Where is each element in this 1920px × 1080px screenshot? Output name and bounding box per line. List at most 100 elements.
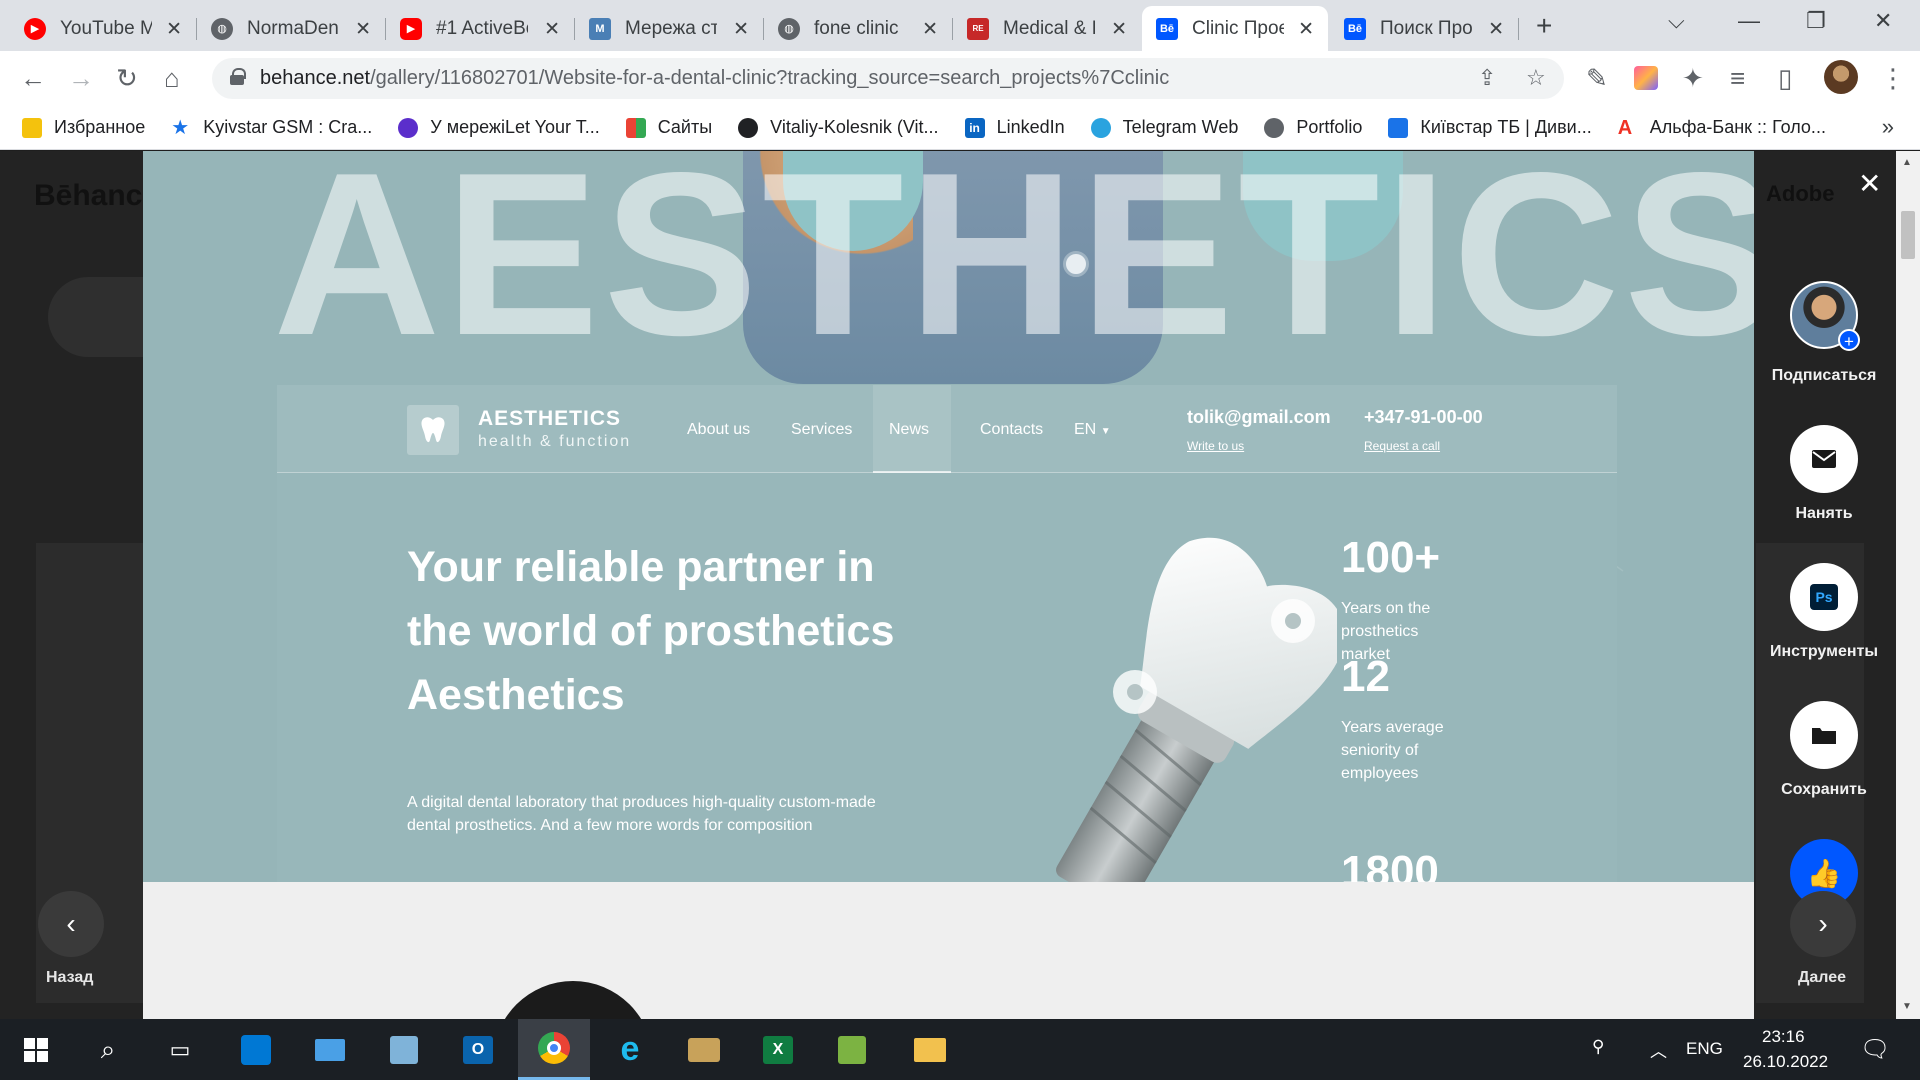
- side-panel-icon[interactable]: ▯: [1778, 63, 1792, 94]
- share-icon[interactable]: ⇪: [1478, 65, 1496, 91]
- adobe-logo[interactable]: Adobe: [1766, 181, 1834, 207]
- next-label[interactable]: Далее: [1798, 969, 1846, 987]
- tab-6-active[interactable]: Bē Clinic Прое ✕: [1142, 6, 1328, 51]
- bookmark-star-icon[interactable]: ☆: [1526, 65, 1546, 91]
- previous-project-button[interactable]: ‹: [38, 891, 104, 957]
- subscribe-label[interactable]: Подписаться: [1758, 367, 1890, 385]
- lock-icon[interactable]: [230, 68, 246, 85]
- people-icon[interactable]: ⚲: [1592, 1037, 1604, 1057]
- internet-explorer-icon[interactable]: e: [594, 1019, 666, 1080]
- page-scrollbar[interactable]: ▲ ▼: [1896, 151, 1920, 1019]
- profile-avatar[interactable]: [1824, 60, 1858, 94]
- close-tab-icon[interactable]: ✕: [1298, 18, 1314, 41]
- tab-5[interactable]: RE Medical & D ✕: [953, 6, 1141, 51]
- menu-icon[interactable]: ⋮: [1880, 63, 1906, 94]
- forward-icon[interactable]: →: [68, 63, 94, 94]
- close-tab-icon[interactable]: ✕: [1111, 18, 1127, 41]
- save-label[interactable]: Сохранить: [1758, 781, 1890, 799]
- remote-desktop-icon[interactable]: [294, 1019, 366, 1080]
- previous-label[interactable]: Назад: [46, 969, 93, 987]
- network-app-icon[interactable]: [368, 1019, 440, 1080]
- extensions-icon[interactable]: ✦: [1682, 63, 1704, 94]
- close-tab-icon[interactable]: ✕: [544, 18, 560, 41]
- nav-services[interactable]: Services: [791, 421, 852, 439]
- project-hero-image: AESTHETICS AESTHETICS health & function …: [143, 151, 1754, 882]
- chrome-icon[interactable]: [518, 1019, 590, 1080]
- bookmark-2[interactable]: У мережіLet Your T...: [398, 117, 600, 138]
- follow-plus-icon[interactable]: +: [1838, 329, 1860, 351]
- tray-chevron-up-icon[interactable]: ︿: [1650, 1037, 1667, 1062]
- write-to-us-link[interactable]: Write to us: [1187, 439, 1244, 453]
- tab-0[interactable]: ▶ YouTube Mu ✕: [10, 6, 197, 51]
- close-tab-icon[interactable]: ✕: [922, 18, 938, 41]
- pen-extension-icon[interactable]: ✎: [1586, 63, 1608, 94]
- site-icon: M: [589, 17, 611, 40]
- bookmark-9[interactable]: A Альфа-Банк :: Голо...: [1618, 117, 1826, 138]
- new-tab-button[interactable]: +: [1536, 10, 1552, 42]
- tools-button[interactable]: Ps: [1790, 563, 1858, 631]
- tab-4[interactable]: ◍ fone clinic ✕: [764, 6, 953, 51]
- close-tab-icon[interactable]: ✕: [355, 18, 371, 41]
- scroll-up-arrow-icon[interactable]: ▲: [1902, 157, 1912, 168]
- linkedin-icon: in: [964, 117, 985, 138]
- file-explorer-icon[interactable]: [894, 1019, 966, 1080]
- hire-button[interactable]: [1790, 425, 1858, 493]
- stat-seniority-label: Years average seniority of employees: [1341, 719, 1444, 782]
- author-avatar[interactable]: +: [1790, 281, 1860, 351]
- bookmark-6[interactable]: Telegram Web: [1090, 117, 1238, 138]
- nav-language[interactable]: EN ▼: [1074, 421, 1111, 439]
- notifications-icon[interactable]: 🗨: [1860, 1035, 1890, 1064]
- clock-date[interactable]: 26.10.2022: [1743, 1052, 1828, 1072]
- url-text[interactable]: behance.net/gallery/116802701/Website-fo…: [260, 67, 1169, 90]
- restore-button[interactable]: ❐: [1806, 8, 1826, 34]
- task-view-icon[interactable]: ▭: [144, 1019, 216, 1080]
- tab-2[interactable]: ▶ #1 ActiveBo ✕: [386, 6, 575, 51]
- behance-logo[interactable]: Bēhance: [34, 179, 159, 213]
- tab-1[interactable]: ◍ NormaDent ✕: [197, 6, 386, 51]
- site-icon: [398, 117, 419, 138]
- search-icon[interactable]: ⌕: [72, 1019, 144, 1080]
- scroll-down-arrow-icon[interactable]: ▼: [1902, 1001, 1912, 1012]
- bookmark-7[interactable]: Portfolio: [1264, 117, 1362, 138]
- address-bar[interactable]: behance.net/gallery/116802701/Website-fo…: [212, 58, 1564, 99]
- close-tab-icon[interactable]: ✕: [733, 18, 749, 41]
- tab-3[interactable]: M Мережа ст ✕: [575, 6, 764, 51]
- tab-search-icon[interactable]: ⌵: [1668, 8, 1685, 34]
- close-tab-icon[interactable]: ✕: [166, 18, 182, 41]
- close-window-button[interactable]: ✕: [1874, 8, 1892, 34]
- clock-time[interactable]: 23:16: [1762, 1027, 1805, 1047]
- bookmark-1[interactable]: ★ Kyivstar GSM : Cra...: [171, 117, 372, 138]
- bookmark-4[interactable]: Vitaliy-Kolesnik (Vit...: [738, 117, 939, 138]
- hire-label[interactable]: Нанять: [1758, 505, 1890, 523]
- vscode-icon[interactable]: [220, 1019, 292, 1080]
- bookmark-5[interactable]: in LinkedIn: [964, 117, 1065, 138]
- close-viewer-icon[interactable]: ✕: [1858, 167, 1881, 200]
- next-project-button[interactable]: ›: [1790, 891, 1856, 957]
- save-button[interactable]: [1790, 701, 1858, 769]
- toolbox-icon[interactable]: [668, 1019, 740, 1080]
- bookmark-3[interactable]: Сайты: [625, 117, 712, 138]
- reading-list-icon[interactable]: ≡: [1730, 63, 1745, 94]
- more-bookmarks-icon[interactable]: »: [1882, 114, 1894, 140]
- excel-icon[interactable]: X: [742, 1019, 814, 1080]
- request-call-link[interactable]: Request a call: [1364, 439, 1440, 453]
- tools-label[interactable]: Инструменты: [1758, 643, 1890, 661]
- outlook-icon[interactable]: O: [442, 1019, 514, 1080]
- color-extension-icon[interactable]: [1634, 66, 1658, 90]
- tab-7[interactable]: Bē Поиск Про ✕: [1330, 6, 1519, 51]
- windows-start-icon[interactable]: [0, 1019, 72, 1080]
- nav-news[interactable]: News: [889, 421, 929, 439]
- home-icon[interactable]: ⌂: [164, 63, 180, 94]
- bookmark-0[interactable]: Избранное: [22, 117, 145, 138]
- folder-icon: [22, 117, 42, 138]
- back-icon[interactable]: ←: [20, 63, 46, 94]
- minimize-button[interactable]: —: [1738, 8, 1760, 34]
- nav-about[interactable]: About us: [687, 421, 750, 439]
- close-tab-icon[interactable]: ✕: [1488, 18, 1504, 41]
- nav-contacts[interactable]: Contacts: [980, 421, 1043, 439]
- reload-icon[interactable]: ↻: [116, 63, 138, 94]
- image-editor-icon[interactable]: [816, 1019, 888, 1080]
- bookmark-8[interactable]: Київстар ТБ | Диви...: [1388, 117, 1592, 138]
- language-indicator[interactable]: ENG: [1686, 1039, 1723, 1059]
- scrollbar-thumb[interactable]: [1901, 211, 1915, 259]
